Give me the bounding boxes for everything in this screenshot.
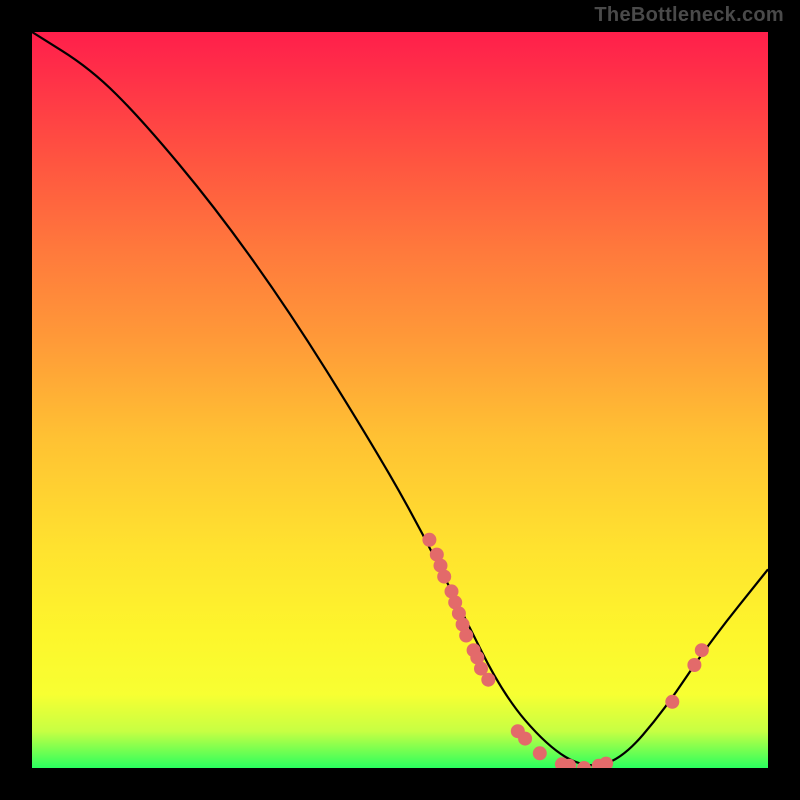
chart-container: TheBottleneck.com bbox=[0, 0, 800, 800]
scatter-dot bbox=[422, 533, 436, 547]
scatter-dot bbox=[695, 643, 709, 657]
scatter-dot bbox=[481, 673, 495, 687]
scatter-dot bbox=[665, 695, 679, 709]
scatter-dot bbox=[437, 570, 451, 584]
scatter-dot bbox=[533, 746, 547, 760]
watermark-text: TheBottleneck.com bbox=[594, 4, 784, 27]
scatter-dot bbox=[459, 629, 473, 643]
scatter-dot bbox=[577, 761, 591, 768]
plot-area bbox=[32, 32, 768, 768]
scatter-dots bbox=[32, 32, 768, 768]
scatter-dot bbox=[687, 658, 701, 672]
scatter-dot bbox=[518, 732, 532, 746]
scatter-dot bbox=[599, 757, 613, 768]
